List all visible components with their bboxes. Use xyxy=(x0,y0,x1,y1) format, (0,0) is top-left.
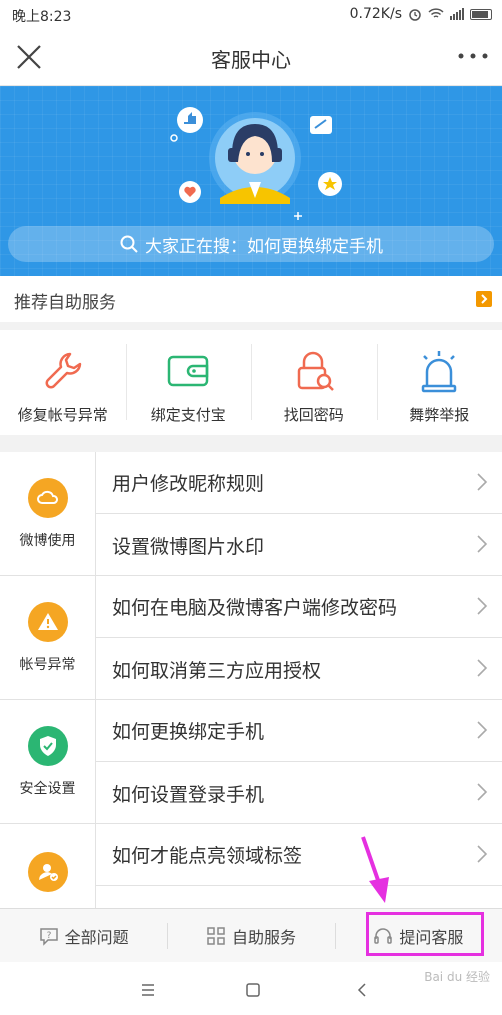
faq-question[interactable]: 用户修改昵称规则 xyxy=(96,452,502,514)
wallet-icon xyxy=(168,355,209,387)
faq-category xyxy=(0,824,96,908)
faq-category: 微博使用 xyxy=(0,452,96,575)
faq-question-text: 用户修改昵称规则 xyxy=(112,473,265,495)
tab-all-questions[interactable]: ? 全部问题 xyxy=(0,909,167,962)
status-time: 晚上8:23 xyxy=(12,9,72,25)
faq-group-personal: 如何才能点亮领域标签 xyxy=(0,824,502,908)
quick-service-repair-account[interactable]: 修复帐号异常 xyxy=(0,330,126,435)
recommend-self-service-bar[interactable]: 推荐自助服务 xyxy=(0,276,502,322)
shield-check-icon xyxy=(27,725,68,766)
grid-icon xyxy=(207,926,225,945)
chevron-right-icon xyxy=(476,291,492,307)
chevron-right-icon xyxy=(477,721,488,739)
search-suggestion-bar[interactable]: 大家正在搜：如何更换绑定手机 xyxy=(8,226,494,262)
customer-service-illustration xyxy=(170,107,342,220)
quick-services: 修复帐号异常 绑定支付宝 找回密码 舞弊举报 xyxy=(0,330,502,435)
quick-service-label: 修复帐号异常 xyxy=(17,406,108,424)
home-icon[interactable] xyxy=(245,982,261,998)
faq-category-label: 帐号异常 xyxy=(19,656,76,673)
faq-question[interactable]: 如何设置登录手机 xyxy=(96,762,502,824)
tab-self-service[interactable]: 自助服务 xyxy=(167,909,334,962)
question-bubble-icon: ? xyxy=(39,927,58,946)
chevron-right-icon xyxy=(477,783,488,801)
status-icons: 0.72K/s xyxy=(350,6,492,22)
faq-category-label: 安全设置 xyxy=(19,780,76,797)
watermark: Bai du 经验 xyxy=(424,970,490,984)
faq-question[interactable] xyxy=(96,886,502,908)
faq-question[interactable]: 如何取消第三方应用授权 xyxy=(96,638,502,700)
faq-question-text: 如何设置登录手机 xyxy=(112,783,265,806)
chevron-right-icon xyxy=(477,473,488,491)
chevron-right-icon xyxy=(477,845,488,863)
faq-list: 微博使用 用户修改昵称规则 设置微博图片水印 帐号异常 如何在电脑及微博客户端修… xyxy=(0,452,502,908)
faq-category-label: 微博使用 xyxy=(19,532,76,549)
lock-search-icon xyxy=(297,351,334,391)
faq-question-text: 如何在电脑及微博客户端修改密码 xyxy=(112,597,398,619)
quick-service-recover-password[interactable]: 找回密码 xyxy=(251,330,377,435)
chevron-right-icon xyxy=(477,659,488,677)
faq-category: 安全设置 xyxy=(0,700,96,823)
wifi-icon xyxy=(428,8,444,18)
network-speed: 0.72K/s xyxy=(349,6,402,22)
cloud-icon xyxy=(27,477,68,518)
user-check-icon xyxy=(27,852,68,892)
faq-question-text: 设置微博图片水印 xyxy=(112,535,265,558)
chevron-right-icon xyxy=(477,597,488,615)
faq-question[interactable]: 如何在电脑及微博客户端修改密码 xyxy=(96,576,502,638)
chevron-right-icon xyxy=(477,535,488,553)
search-suggestion-text: 大家正在搜：如何更换绑定手机 xyxy=(145,236,383,257)
faq-group-account-exception: 帐号异常 如何在电脑及微博客户端修改密码 如何取消第三方应用授权 xyxy=(0,576,502,700)
battery-icon xyxy=(470,8,492,20)
wrench-icon xyxy=(45,352,81,389)
title-bar: 客服中心 xyxy=(0,28,502,86)
quick-service-label: 舞弊举报 xyxy=(409,406,470,424)
faq-question-text: 如何更换绑定手机 xyxy=(112,721,265,743)
tab-label: 全部问题 xyxy=(64,927,129,947)
hero-banner: 大家正在搜：如何更换绑定手机 xyxy=(0,86,502,276)
faq-question-text: 如何才能点亮领域标签 xyxy=(112,845,303,867)
faq-question[interactable]: 如何才能点亮领域标签 xyxy=(96,824,502,886)
faq-group-weibo-usage: 微博使用 用户修改昵称规则 设置微博图片水印 xyxy=(0,452,502,576)
tab-label: 自助服务 xyxy=(231,927,296,947)
quick-service-label: 找回密码 xyxy=(283,406,344,424)
signal-icon xyxy=(450,8,464,20)
warning-icon xyxy=(27,601,68,642)
svg-text:?: ? xyxy=(46,931,51,941)
faq-question[interactable]: 设置微博图片水印 xyxy=(96,514,502,576)
quick-service-bind-alipay[interactable]: 绑定支付宝 xyxy=(125,330,252,435)
quick-service-fraud-report[interactable]: 舞弊举报 xyxy=(376,330,502,435)
faq-category: 帐号异常 xyxy=(0,576,96,699)
more-options-icon[interactable] xyxy=(456,44,490,68)
status-bar: 晚上8:23 0.72K/s xyxy=(0,0,502,28)
page-title: 客服中心 xyxy=(211,48,291,72)
faq-question-text: 如何取消第三方应用授权 xyxy=(112,659,322,682)
faq-group-security-settings: 安全设置 如何更换绑定手机 如何设置登录手机 xyxy=(0,700,502,824)
recommend-label: 推荐自助服务 xyxy=(14,293,116,313)
quick-service-label: 绑定支付宝 xyxy=(150,406,226,424)
menu-icon[interactable] xyxy=(140,982,156,998)
alarm-icon xyxy=(422,351,457,393)
pointer-arrow-icon xyxy=(361,836,389,903)
search-icon xyxy=(120,235,138,253)
faq-question[interactable]: 如何更换绑定手机 xyxy=(96,700,502,762)
back-icon[interactable] xyxy=(354,982,370,998)
alarm-clock-icon xyxy=(409,9,421,21)
highlight-box xyxy=(366,912,484,956)
